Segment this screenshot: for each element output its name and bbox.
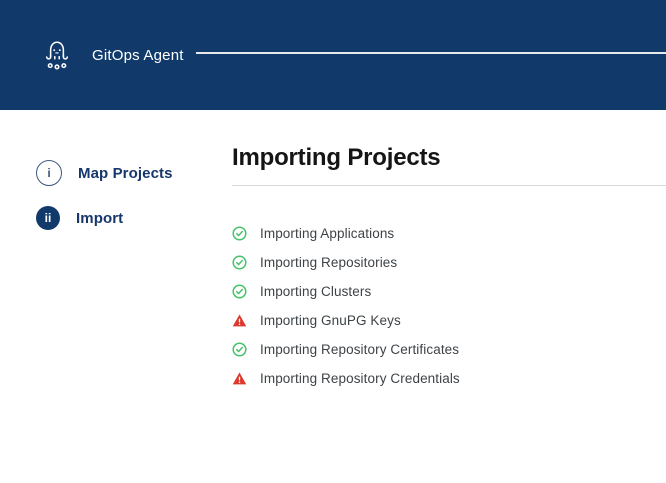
- warning-triangle-icon: [232, 313, 247, 328]
- app-header: GitOps Agent: [0, 0, 666, 110]
- step-numeral-badge: ii: [36, 206, 60, 230]
- wizard-sidebar: i Map Projects ii Import: [0, 110, 232, 250]
- status-row: Importing GnuPG Keys: [232, 306, 666, 335]
- status-row-label: Importing GnuPG Keys: [260, 313, 401, 328]
- octopus-logo-icon: [40, 36, 74, 74]
- status-row: Importing Applications: [232, 219, 666, 248]
- status-row-label: Importing Repository Credentials: [260, 371, 460, 386]
- app-title: GitOps Agent: [92, 47, 184, 64]
- app-brand: GitOps Agent: [40, 36, 184, 74]
- sidebar-step-label: Map Projects: [78, 165, 173, 182]
- status-row: Importing Repositories: [232, 248, 666, 277]
- check-circle-icon: [232, 226, 247, 241]
- status-row-label: Importing Repository Certificates: [260, 342, 459, 357]
- status-row-label: Importing Applications: [260, 226, 394, 241]
- main-panel: Importing Projects Importing Application…: [232, 110, 666, 393]
- status-row: Importing Clusters: [232, 277, 666, 306]
- status-row: Importing Repository Credentials: [232, 364, 666, 393]
- status-row-label: Importing Repositories: [260, 255, 397, 270]
- check-circle-icon: [232, 284, 247, 299]
- check-circle-icon: [232, 342, 247, 357]
- status-row-label: Importing Clusters: [260, 284, 371, 299]
- sidebar-step-map-projects[interactable]: i Map Projects: [36, 160, 232, 186]
- page-content: i Map Projects ii Import Importing Proje…: [0, 110, 666, 393]
- status-list: Importing Applications Importing Reposit…: [232, 219, 666, 393]
- header-divider-line: [196, 52, 666, 54]
- sidebar-steps: i Map Projects ii Import: [36, 160, 232, 230]
- step-numeral: ii: [45, 211, 52, 225]
- step-numeral-badge: i: [36, 160, 62, 186]
- check-circle-icon: [232, 255, 247, 270]
- sidebar-step-import[interactable]: ii Import: [36, 206, 232, 230]
- status-row: Importing Repository Certificates: [232, 335, 666, 364]
- title-divider: [232, 185, 666, 186]
- warning-triangle-icon: [232, 371, 247, 386]
- page-title: Importing Projects: [232, 144, 666, 172]
- sidebar-step-label: Import: [76, 210, 123, 227]
- step-numeral: i: [47, 166, 50, 180]
